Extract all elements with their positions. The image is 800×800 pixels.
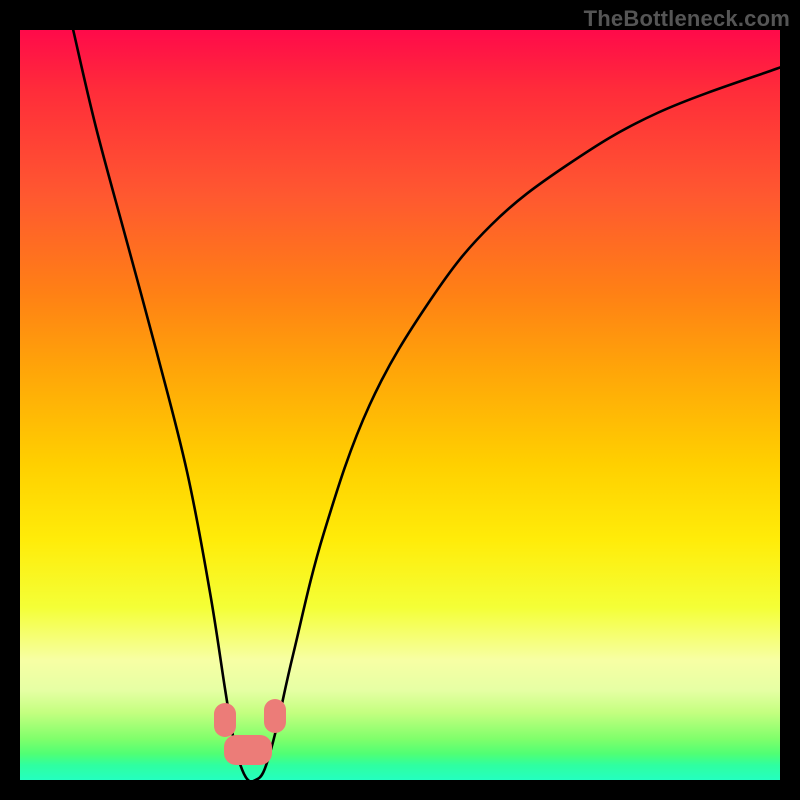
chart-frame: TheBottleneck.com xyxy=(0,0,800,800)
marker-left-upper xyxy=(214,703,236,737)
marker-bottom xyxy=(224,735,272,765)
marker-right-upper xyxy=(264,699,286,733)
plot-area xyxy=(20,30,780,780)
curve-svg xyxy=(20,30,780,780)
watermark-text: TheBottleneck.com xyxy=(584,6,790,32)
bottleneck-curve-path xyxy=(73,30,780,780)
